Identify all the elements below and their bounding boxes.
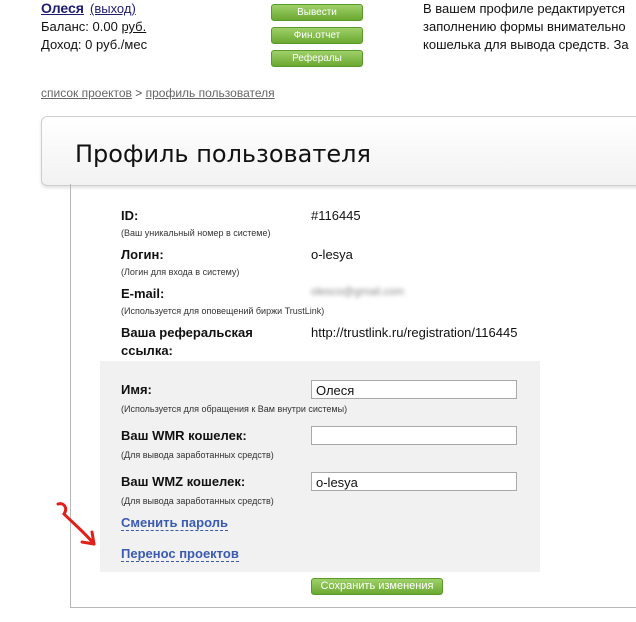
referrals-button[interactable]: Рефералы xyxy=(271,50,363,67)
name-input[interactable]: Олеся xyxy=(311,380,517,399)
balance-unit-link[interactable]: руб. xyxy=(121,19,146,34)
id-label: ID: xyxy=(121,208,139,223)
email-label: E-mail: xyxy=(121,286,165,301)
intro-line: кошелька для вывода средств. За xyxy=(423,37,629,52)
wmr-label: Ваш WMR кошелек: xyxy=(121,428,247,443)
breadcrumb-projects-link[interactable]: список проектов xyxy=(41,86,132,100)
login-value: o-lesya xyxy=(311,247,353,262)
income-line: Доход: 0 руб./мес xyxy=(41,37,147,52)
email-value: olesco@gmail.com xyxy=(311,286,405,298)
balance-label: Баланс: xyxy=(41,19,89,34)
ref-label: Ваша реферальская xyxy=(121,325,253,340)
ref-label-cont: ссылка: xyxy=(121,343,173,358)
wmz-hint: (Для вывода заработанных средств) xyxy=(121,496,274,506)
intro-line: В вашем профиле редактируется xyxy=(423,1,625,16)
change-password-link[interactable]: Сменить пароль xyxy=(121,515,228,531)
wmr-hint: (Для вывода заработанных средств) xyxy=(121,450,274,460)
login-hint: (Логин для входа в систему) xyxy=(121,267,240,277)
breadcrumb-current[interactable]: профиль пользователя xyxy=(146,86,275,100)
id-value: #116445 xyxy=(311,208,361,223)
intro-text: В вашем профиле редактируется заполнению… xyxy=(423,0,636,54)
logout-link[interactable]: (выход) xyxy=(90,1,136,16)
intro-line: заполнению формы внимательно xyxy=(423,19,626,34)
transfer-projects-link[interactable]: Перенос проектов xyxy=(121,546,239,562)
wmz-input[interactable]: o-lesya xyxy=(311,472,517,491)
income-value: 0 руб./мес xyxy=(85,37,148,52)
balance-line: Баланс: 0.00 руб. xyxy=(41,19,146,34)
wmz-label: Ваш WMZ кошелек: xyxy=(121,474,246,489)
id-hint: (Ваш уникальный номер в системе) xyxy=(121,228,271,238)
ref-link-value: http://trustlink.ru/registration/116445 xyxy=(311,325,518,340)
content-border-bottom xyxy=(70,607,636,608)
name-label: Имя: xyxy=(121,382,152,397)
save-changes-button[interactable]: Сохранить изменения xyxy=(311,578,443,595)
email-hint: (Используется для оповещений биржи Trust… xyxy=(121,306,325,316)
fin-report-button[interactable]: Фин.отчет xyxy=(271,27,363,44)
wmr-input[interactable] xyxy=(311,426,517,445)
balance-value: 0.00 xyxy=(92,19,118,34)
annotation-arrow-icon xyxy=(56,502,96,546)
income-label: Доход: xyxy=(41,37,82,52)
name-hint: (Используется для обращения к Вам внутри… xyxy=(121,404,348,414)
withdraw-button[interactable]: Вывести xyxy=(271,4,363,21)
login-label: Логин: xyxy=(121,247,164,262)
page-title: Профиль пользователя xyxy=(75,140,371,168)
breadcrumb: список проектов > профиль пользователя xyxy=(41,86,275,100)
breadcrumb-separator: > xyxy=(135,86,143,100)
user-name-link[interactable]: Олеся xyxy=(41,0,84,16)
